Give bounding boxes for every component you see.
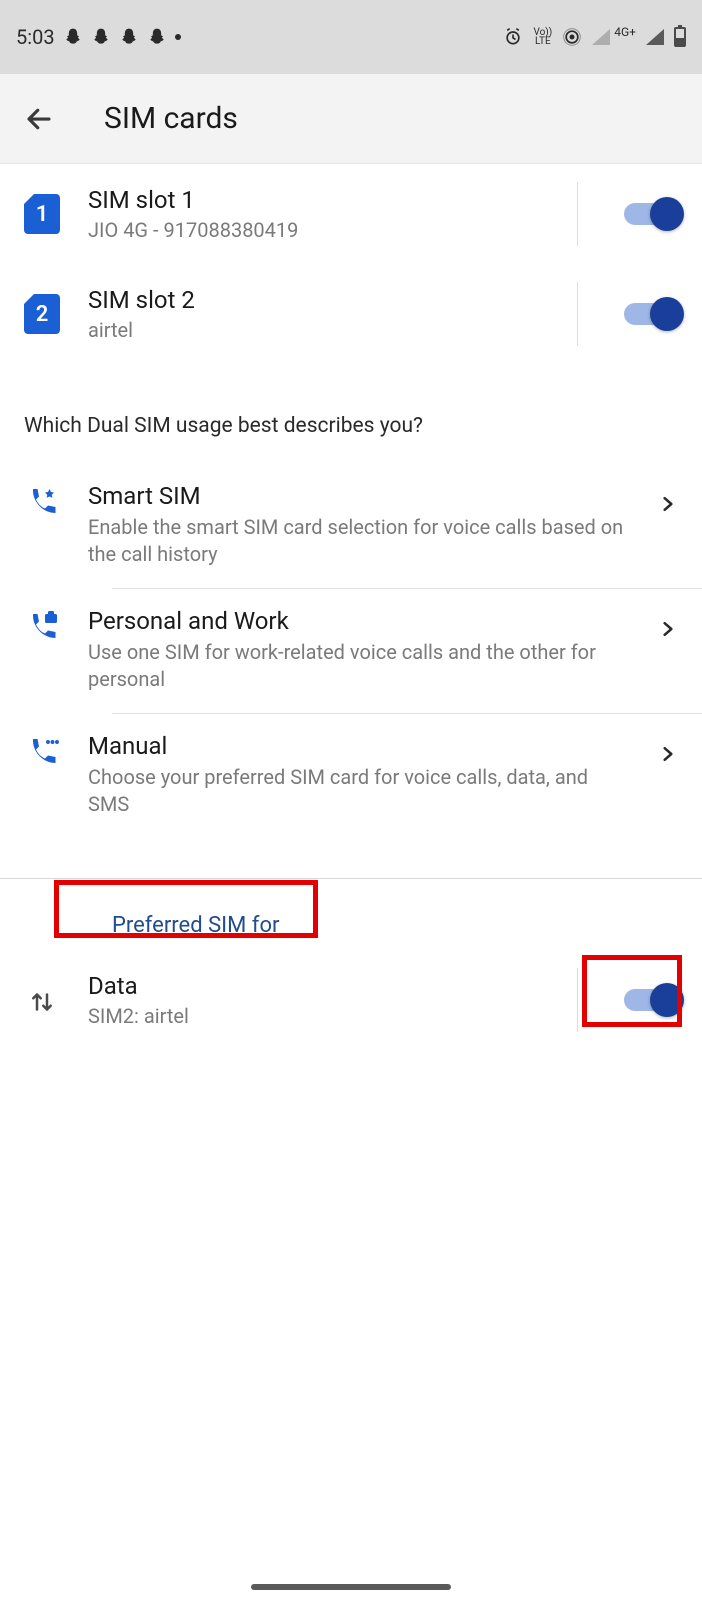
sim-1-toggle[interactable] xyxy=(624,203,678,225)
dual-sim-question: Which Dual SIM usage best describes you? xyxy=(0,364,702,464)
option-title: Personal and Work xyxy=(88,607,630,635)
network-type-text: 4G+ xyxy=(614,25,636,39)
data-arrows-icon xyxy=(24,984,60,1020)
nav-handle[interactable] xyxy=(251,1584,451,1590)
option-personal-work[interactable]: Personal and Work Use one SIM for work-r… xyxy=(0,589,702,713)
divider xyxy=(577,182,578,246)
chevron-right-icon xyxy=(658,494,678,514)
snapchat-icon xyxy=(91,27,111,47)
snapchat-icon xyxy=(119,27,139,47)
option-title: Smart SIM xyxy=(88,482,630,510)
divider xyxy=(577,968,578,1032)
battery-icon xyxy=(674,27,686,47)
option-smart-sim[interactable]: Smart SIM Enable the smart SIM card sele… xyxy=(0,464,702,588)
signal-sim1-icon xyxy=(592,29,610,45)
section-divider xyxy=(0,878,702,879)
sim-1-subtitle: JIO 4G - 917088380419 xyxy=(88,218,549,242)
clock-text: 5:03 xyxy=(16,25,55,49)
option-subtitle: Choose your preferred SIM card for voice… xyxy=(88,764,630,818)
phone-briefcase-icon xyxy=(24,611,60,647)
snapchat-icon xyxy=(147,27,167,47)
volte-icon: Vo))LTE xyxy=(533,28,552,46)
sim-1-title: SIM slot 1 xyxy=(88,186,549,214)
phone-star-icon xyxy=(24,486,60,522)
sim-slot-1-row[interactable]: 1 SIM slot 1 JIO 4G - 917088380419 xyxy=(0,164,702,264)
chevron-right-icon xyxy=(658,619,678,639)
more-notifications-dot xyxy=(175,34,181,40)
alarm-icon xyxy=(503,27,523,47)
option-subtitle: Enable the smart SIM card selection for … xyxy=(88,514,630,568)
option-manual[interactable]: Manual Choose your preferred SIM card fo… xyxy=(0,714,702,838)
sim-slot-2-row[interactable]: 2 SIM slot 2 airtel xyxy=(0,264,702,364)
divider xyxy=(577,282,578,346)
phone-dots-icon xyxy=(24,736,60,772)
data-subtitle: SIM2: airtel xyxy=(88,1004,549,1028)
option-title: Manual xyxy=(88,732,630,760)
back-button[interactable] xyxy=(24,104,54,134)
sim-1-badge-icon: 1 xyxy=(24,194,60,234)
sim-2-toggle[interactable] xyxy=(624,303,678,325)
highlight-box-2 xyxy=(582,955,682,1027)
hotspot-icon xyxy=(562,27,582,47)
option-subtitle: Use one SIM for work-related voice calls… xyxy=(88,639,630,693)
sim-2-title: SIM slot 2 xyxy=(88,286,549,314)
app-bar: SIM cards xyxy=(0,74,702,164)
highlight-box-1 xyxy=(54,880,318,938)
chevron-right-icon xyxy=(658,744,678,764)
page-title: SIM cards xyxy=(104,101,238,136)
snapchat-icon xyxy=(63,27,83,47)
sim-2-badge-icon: 2 xyxy=(24,294,60,334)
data-title: Data xyxy=(88,972,549,1000)
sim-2-subtitle: airtel xyxy=(88,318,549,342)
signal-sim2-icon xyxy=(646,29,664,45)
status-bar: 5:03 Vo))LTE 4G+ xyxy=(0,0,702,74)
